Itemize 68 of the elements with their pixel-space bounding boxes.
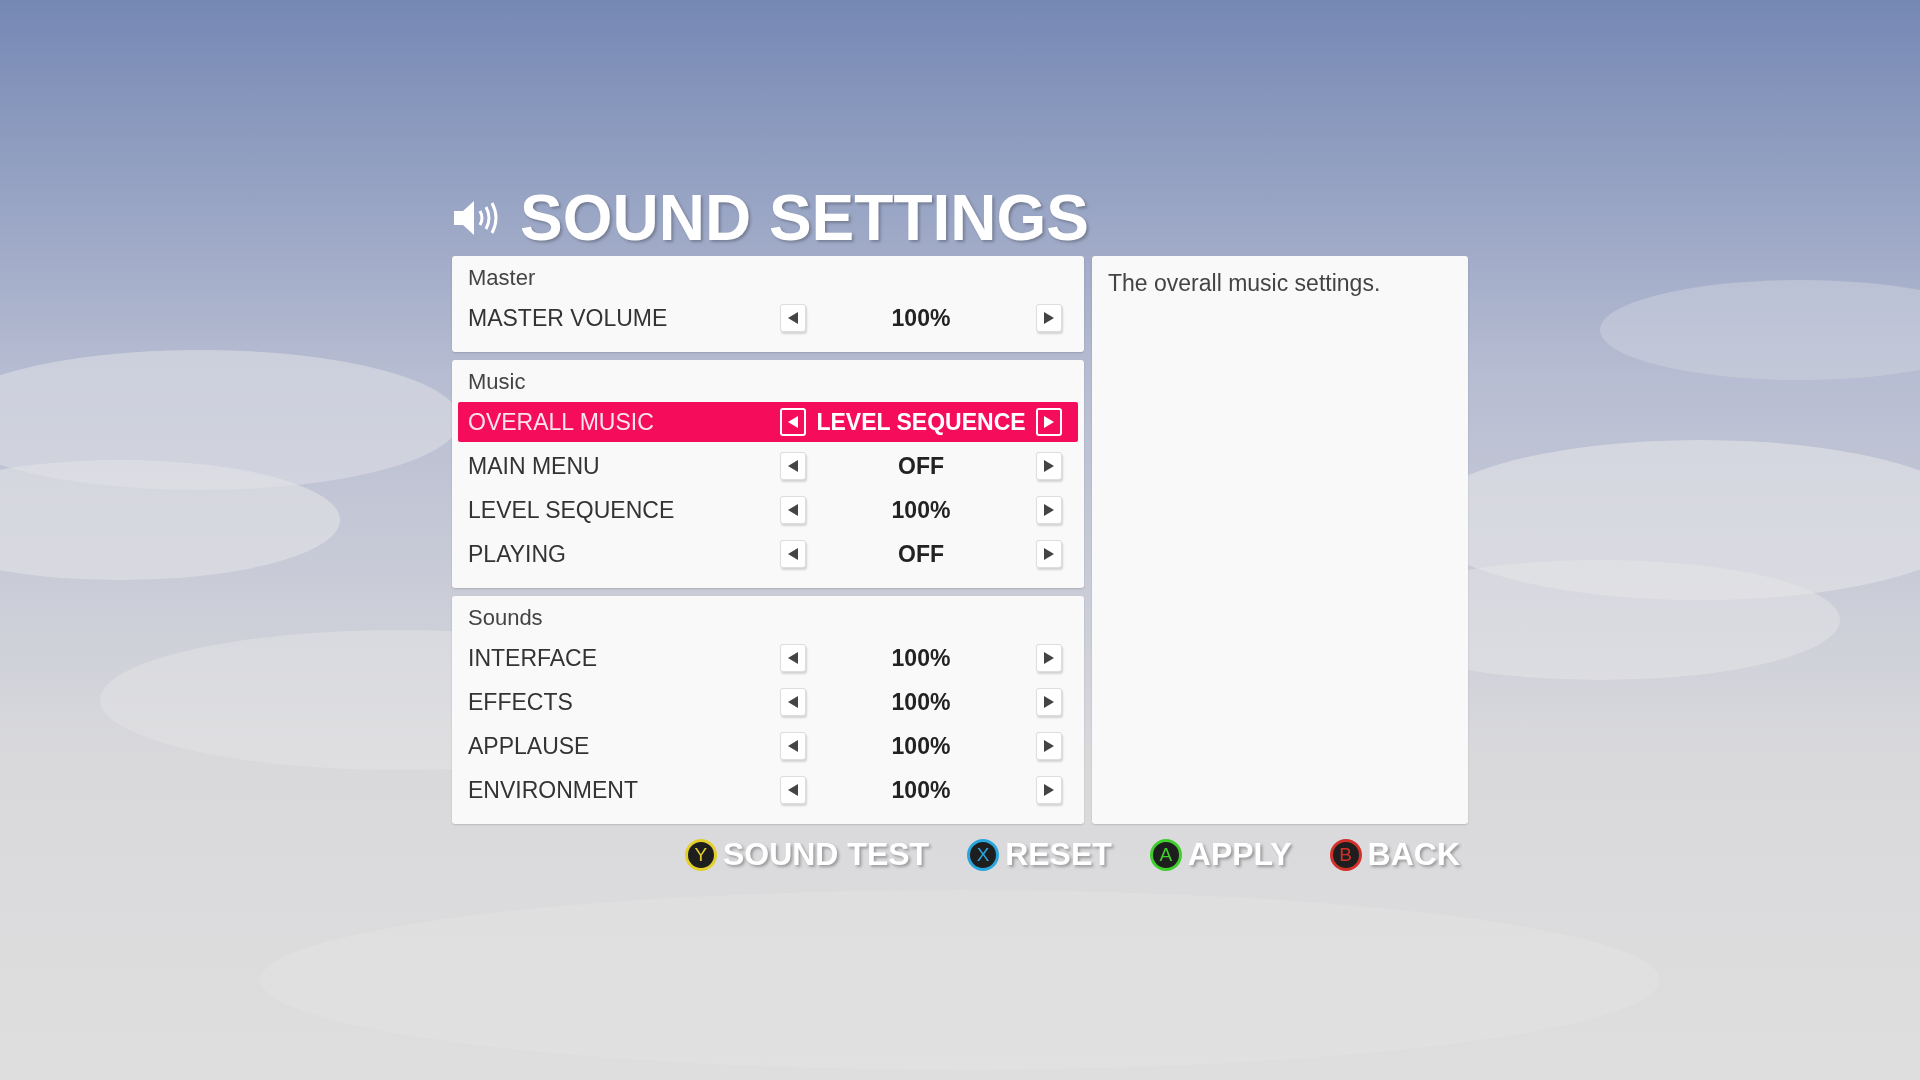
caret-left-icon xyxy=(788,652,798,664)
next-button[interactable] xyxy=(1036,496,1062,524)
previous-button[interactable] xyxy=(780,688,806,716)
setting-row[interactable]: MASTER VOLUME 100% xyxy=(458,298,1078,338)
previous-button[interactable] xyxy=(780,496,806,524)
setting-label: EFFECTS xyxy=(468,688,574,716)
previous-button[interactable] xyxy=(780,776,806,804)
caret-right-icon xyxy=(1044,460,1054,472)
caret-right-icon xyxy=(1044,652,1054,664)
caret-left-icon xyxy=(788,416,798,428)
next-button[interactable] xyxy=(1036,732,1062,760)
setting-value: 100% xyxy=(890,688,952,716)
setting-row[interactable]: LEVEL SEQUENCE 100% xyxy=(458,490,1078,530)
setting-label: OVERALL MUSIC xyxy=(468,408,655,436)
setting-label: APPLAUSE xyxy=(468,732,591,760)
footer-button[interactable]: A APPLY xyxy=(1149,836,1292,873)
setting-row[interactable]: ENVIRONMENT 100% xyxy=(458,770,1078,810)
setting-value: 100% xyxy=(890,496,952,524)
setting-value: 100% xyxy=(890,644,952,672)
caret-left-icon xyxy=(788,548,798,560)
setting-value: OFF xyxy=(897,540,945,568)
setting-label: MAIN MENU xyxy=(468,452,601,480)
setting-value: 100% xyxy=(890,304,952,332)
caret-right-icon xyxy=(1044,740,1054,752)
setting-label: ENVIRONMENT xyxy=(468,776,639,804)
setting-value: LEVEL SEQUENCE xyxy=(815,408,1027,436)
previous-button[interactable] xyxy=(780,452,806,480)
footer-button[interactable]: X RESET xyxy=(967,836,1112,873)
next-button[interactable] xyxy=(1036,304,1062,332)
previous-button[interactable] xyxy=(780,304,806,332)
caret-left-icon xyxy=(788,696,798,708)
setting-row[interactable]: INTERFACE 100% xyxy=(458,638,1078,678)
group-heading: Sounds xyxy=(467,604,544,632)
setting-value: OFF xyxy=(897,452,945,480)
next-button[interactable] xyxy=(1036,452,1062,480)
previous-button[interactable] xyxy=(780,644,806,672)
next-button[interactable] xyxy=(1036,688,1062,716)
page-title: SOUND SETTINGS xyxy=(520,186,1089,250)
setting-label: INTERFACE xyxy=(468,644,599,672)
caret-left-icon xyxy=(788,784,798,796)
footer-button[interactable]: Y SOUND TEST xyxy=(684,836,930,873)
next-button[interactable] xyxy=(1036,644,1062,672)
caret-left-icon xyxy=(788,460,798,472)
previous-button[interactable] xyxy=(780,732,806,760)
setting-value: 100% xyxy=(890,732,952,760)
caret-left-icon xyxy=(788,740,798,752)
setting-label: LEVEL SEQUENCE xyxy=(468,496,676,524)
next-button[interactable] xyxy=(1036,776,1062,804)
caret-right-icon xyxy=(1044,696,1054,708)
caret-right-icon xyxy=(1044,784,1054,796)
setting-row[interactable]: EFFECTS 100% xyxy=(458,682,1078,722)
previous-button[interactable] xyxy=(780,540,806,568)
caret-left-icon xyxy=(788,504,798,516)
group-heading: Master xyxy=(467,264,537,292)
caret-right-icon xyxy=(1044,416,1054,428)
next-button[interactable] xyxy=(1036,540,1062,568)
caret-right-icon xyxy=(1044,548,1054,560)
group-heading: Music xyxy=(467,368,527,396)
setting-label: PLAYING xyxy=(468,540,567,568)
caret-right-icon xyxy=(1044,504,1054,516)
setting-label: MASTER VOLUME xyxy=(468,304,669,332)
caret-left-icon xyxy=(788,312,798,324)
description-text: The overall music settings. xyxy=(1108,270,1382,297)
setting-value: 100% xyxy=(890,776,952,804)
caret-right-icon xyxy=(1044,312,1054,324)
setting-row[interactable]: MAIN MENU OFF xyxy=(458,446,1078,486)
setting-row[interactable]: PLAYING OFF xyxy=(458,534,1078,574)
setting-row[interactable]: APPLAUSE 100% xyxy=(458,726,1078,766)
